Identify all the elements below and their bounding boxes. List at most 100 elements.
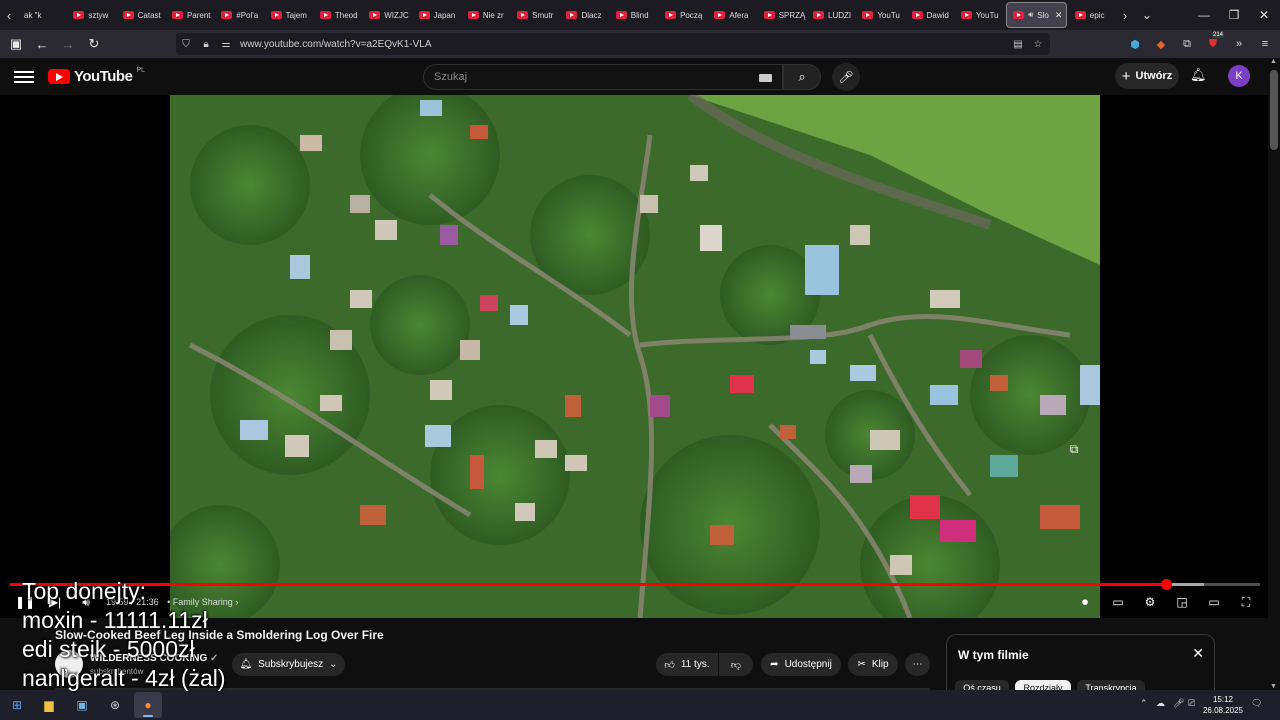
onedrive-icon[interactable]: ☁ <box>1156 698 1165 709</box>
sidebar-toggle-icon[interactable]: ▣ <box>4 32 28 56</box>
browser-tab-active[interactable]: 🔊︎ Slo ✕ <box>1006 2 1067 28</box>
create-button[interactable]: + Utwórz <box>1115 63 1179 89</box>
notifications-bell-icon[interactable]: 🔔︎ <box>1190 67 1207 83</box>
scroll-up-arrow-icon[interactable]: ▲ <box>1270 58 1277 65</box>
audio-playing-icon[interactable]: 🔊︎ <box>1028 10 1033 20</box>
monitor-app-icon[interactable]: ▣ <box>73 696 91 714</box>
tabs-scroll-right-icon[interactable]: › <box>1116 0 1134 30</box>
guide-menu-icon[interactable] <box>14 68 34 84</box>
browser-tab[interactable]: WIZJC <box>363 2 412 28</box>
autoplay-toggle[interactable]: ⏺︎ <box>1072 593 1098 611</box>
youtube-logo[interactable]: YouTube PL <box>48 67 145 85</box>
search-input[interactable]: Szukaj <box>423 64 783 90</box>
chapters-panel-heading: W tym filmie <box>958 648 1029 662</box>
tab-label: sztyw <box>88 10 109 20</box>
tab-label: Tajem <box>285 10 307 20</box>
extensions-puzzle-icon[interactable]: ⧉ <box>1176 32 1198 56</box>
tray-expand-icon[interactable]: ⌃ <box>1140 698 1148 709</box>
browser-tab[interactable]: Blind <box>610 2 659 28</box>
browser-tab[interactable]: ak "k <box>18 2 67 28</box>
address-bar[interactable]: ⛉ 🔒︎ ⚌ www.youtube.com/watch?v=a2EQvK1-V… <box>176 33 1050 55</box>
browser-tab[interactable]: sztyw <box>67 2 116 28</box>
keyboard-icon[interactable] <box>759 74 772 82</box>
share-button[interactable]: ➦ Udostępnij <box>761 653 841 676</box>
subscribe-button[interactable]: 🔔︎ Subskrybujesz ⌄ <box>232 653 345 676</box>
browser-tab[interactable]: Dlacz <box>560 2 609 28</box>
browser-tab[interactable]: LUDZI <box>807 2 856 28</box>
browser-tab[interactable]: Parent <box>166 2 215 28</box>
tracking-shield-icon[interactable]: ⛉ <box>176 39 196 50</box>
browser-tab[interactable]: Dawid <box>906 2 955 28</box>
browser-tab[interactable]: SPRZĄ <box>758 2 807 28</box>
video-player[interactable]: ⧉ ❚❚ ▶︎| 🔊︎ 19:59 / 21:36 • Family Shari… <box>0 95 1268 618</box>
browser-tab[interactable]: Smutr <box>511 2 560 28</box>
voice-search-button[interactable]: 🎤︎ <box>832 63 860 91</box>
account-avatar[interactable]: K <box>1228 65 1250 87</box>
browser-tab[interactable]: YouTu <box>856 2 905 28</box>
tab-list-dropdown-icon[interactable]: ⌄ <box>1138 0 1156 30</box>
reload-icon[interactable]: ↻ <box>82 32 106 56</box>
miniplayer-button[interactable]: ◲ <box>1172 593 1192 611</box>
browser-tab[interactable]: YouTu <box>955 2 1004 28</box>
dislike-button[interactable]: 👎︎ <box>719 653 753 676</box>
fullscreen-button[interactable]: ⛶ <box>1236 593 1256 611</box>
like-button[interactable]: 👍︎ 11 tys. <box>656 653 718 676</box>
permissions-icon[interactable]: ⚌ <box>216 39 236 50</box>
settings-button[interactable]: ⚙︎ <box>1140 593 1160 611</box>
browser-tab[interactable]: #Pol'a <box>215 2 264 28</box>
tab-label: Afera <box>729 10 749 20</box>
page-scrollbar-thumb[interactable] <box>1270 70 1278 150</box>
browser-tab[interactable]: Począ <box>659 2 708 28</box>
reader-view-icon[interactable]: ▤ <box>1008 39 1028 50</box>
notifications-icon[interactable]: 🗨︎ <box>1251 698 1262 709</box>
browser-tab[interactable]: Japan <box>413 2 462 28</box>
expand-frame-icon[interactable]: ⧉ <box>1063 438 1085 460</box>
browser-tab[interactable]: Nie zr <box>462 2 511 28</box>
chapter-chevron-icon[interactable]: › <box>235 597 238 607</box>
tabs-scroll-left-icon[interactable]: ‹ <box>0 0 18 30</box>
forward-icon[interactable]: → <box>56 32 80 56</box>
youtube-favicon-icon <box>221 11 233 19</box>
minimize-icon[interactable]: — <box>1188 0 1220 30</box>
country-code: PL <box>136 67 145 74</box>
close-window-icon[interactable]: ✕ <box>1248 0 1280 30</box>
miniplayer-icon: ◲ <box>1176 595 1188 609</box>
tab-label: SPRZĄ <box>778 10 806 20</box>
close-icon[interactable]: ✕ <box>1192 645 1204 662</box>
firefox-icon[interactable]: ● <box>139 696 157 714</box>
clip-button[interactable]: ✂ Klip <box>848 653 898 676</box>
subtitles-button[interactable]: ▭ <box>1108 593 1128 611</box>
overflow-chevron-icon[interactable]: » <box>1228 32 1250 56</box>
browser-tab[interactable]: Tajem <box>265 2 314 28</box>
system-clock[interactable]: 15:12 26.08.2025 <box>1200 694 1246 716</box>
tab-close-icon[interactable]: ✕ <box>1055 10 1063 21</box>
search-button[interactable]: ⌕ <box>783 64 821 90</box>
ublock-icon[interactable]: ⛊ 214 <box>1202 32 1224 56</box>
bookmark-star-icon[interactable]: ☆ <box>1028 39 1048 50</box>
vpn-extension-icon[interactable]: ⬢ <box>1124 32 1146 56</box>
app-menu-icon[interactable]: ≡ <box>1254 32 1276 56</box>
browser-tab[interactable]: epic <box>1069 2 1118 28</box>
back-icon[interactable]: ← <box>30 32 54 56</box>
video-frame[interactable] <box>170 95 1100 618</box>
file-explorer-icon[interactable]: ▆ <box>40 696 58 714</box>
scissors-icon: ✂ <box>857 659 866 670</box>
tab-label: Slo <box>1037 10 1049 20</box>
start-windows-icon[interactable]: ⊞ <box>8 696 26 714</box>
scroll-down-arrow-icon[interactable]: ▼ <box>1270 683 1277 690</box>
network-icon[interactable]: ⎚ <box>1188 698 1195 709</box>
fox-extension-icon[interactable]: ◆ <box>1150 32 1172 56</box>
youtube-favicon-icon <box>566 11 578 19</box>
maximize-icon[interactable]: ❐ <box>1218 0 1250 30</box>
lock-icon[interactable]: 🔒︎ <box>196 39 216 50</box>
browser-tab[interactable]: Catast <box>117 2 166 28</box>
browser-tab[interactable]: Theod <box>314 2 363 28</box>
more-actions-button[interactable]: ⋯ <box>905 653 930 676</box>
page-scrollbar[interactable]: ▲ ▼ <box>1268 58 1280 690</box>
browser-tab[interactable]: Afera <box>708 2 757 28</box>
theater-mode-button[interactable]: ▭ <box>1204 593 1224 611</box>
steam-icon[interactable]: ⊛ <box>106 696 124 714</box>
youtube-favicon-icon <box>73 11 85 19</box>
mic-tray-icon[interactable]: 🎤︎ <box>1173 698 1184 709</box>
progress-scrubber[interactable] <box>1161 579 1173 590</box>
